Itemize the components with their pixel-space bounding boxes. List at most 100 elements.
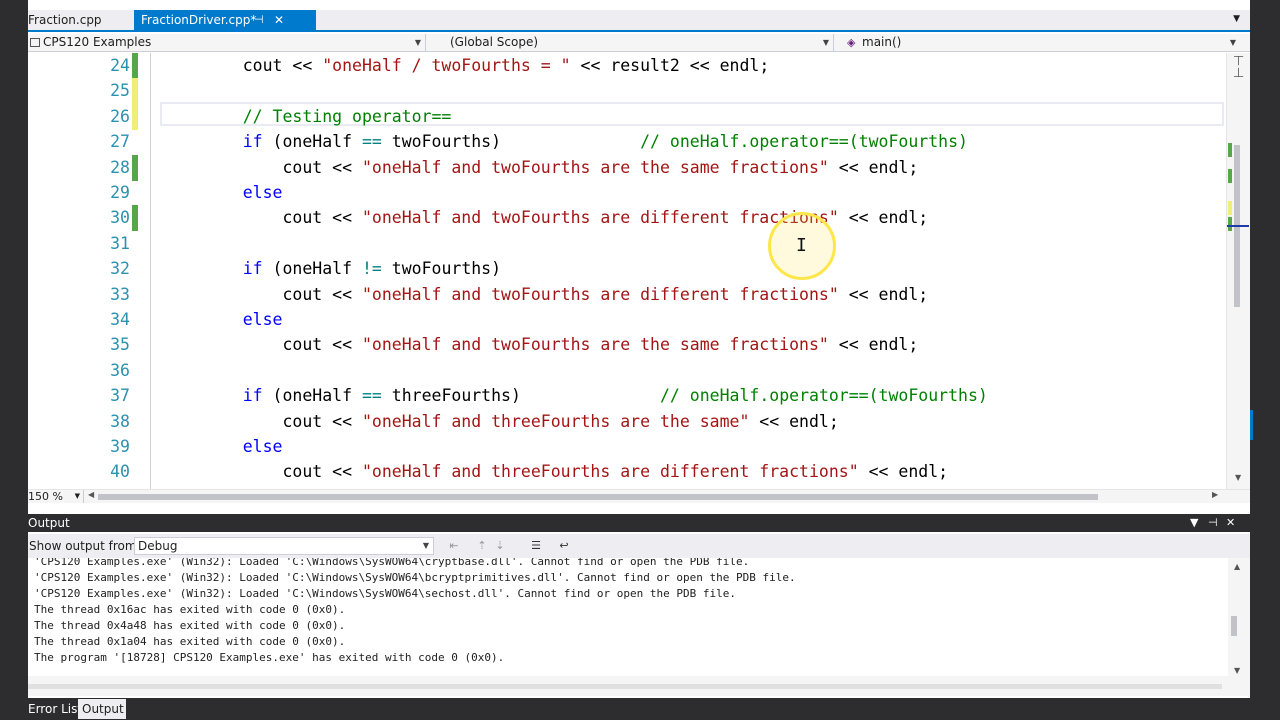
output-line: 'CPS120 Examples.exe' (Win32): Loaded 'C…: [34, 571, 796, 584]
code-line[interactable]: 29 else: [28, 180, 1226, 206]
comment-token: // oneHalf.operator==(twoFourths): [660, 386, 988, 406]
code-line[interactable]: 40 cout << "oneHalf and threeFourths are…: [28, 459, 1226, 485]
code-line[interactable]: 31: [28, 231, 1226, 257]
code-token: (oneHalf: [262, 386, 362, 406]
member-label: main(): [862, 35, 902, 49]
close-icon[interactable]: ✕: [1226, 514, 1235, 532]
operator-token: ==: [361, 132, 382, 152]
output-text[interactable]: 'CPS120 Examples.exe' (Win32): Loaded 'C…: [28, 558, 1250, 676]
pin-icon[interactable]: ⊣: [1208, 514, 1218, 532]
change-indicator: [132, 205, 138, 232]
line-number: 30: [110, 208, 130, 228]
code-line[interactable]: 25: [28, 78, 1226, 105]
line-number: 40: [110, 462, 130, 482]
scroll-thumb[interactable]: [28, 684, 1222, 689]
method-icon: ◈: [847, 36, 856, 49]
zoom-dropdown[interactable]: 150 % ▼: [28, 490, 84, 503]
chevron-right-icon[interactable]: ▶: [1212, 490, 1218, 499]
split-icon[interactable]: ⊤ ⊥: [1233, 55, 1244, 80]
document-tab-bar: Fraction.cpp FractionDriver.cpp* ⊣ ✕ ▼: [28, 10, 1250, 32]
project-label: CPS120 Examples: [43, 35, 152, 49]
chevron-down-icon: ▼: [822, 38, 829, 47]
code-text: cout << "oneHalf / twoFourths = " << res…: [203, 53, 770, 79]
tab-error-list[interactable]: Error List: [28, 699, 82, 719]
code-token: cout <<: [203, 462, 362, 482]
operator-token: ==: [361, 386, 382, 406]
chevron-down-icon[interactable]: ▼: [1235, 473, 1241, 482]
chevron-down-icon[interactable]: ▼: [1190, 514, 1198, 532]
code-line[interactable]: 36: [28, 358, 1226, 384]
string-token: "oneHalf and twoFourths are different fr…: [361, 284, 839, 304]
pin-icon[interactable]: ⊣: [254, 10, 264, 30]
code-line[interactable]: 34 else: [28, 307, 1226, 333]
code-line[interactable]: 27 if (oneHalf == twoFourths) // oneHalf…: [28, 129, 1226, 155]
line-number: 33: [110, 284, 130, 304]
next-message-icon[interactable]: ⇣: [492, 538, 508, 553]
line-number: 36: [110, 360, 130, 380]
code-text: if (oneHalf != twoFourths): [203, 256, 501, 282]
code-line[interactable]: 38 cout << "oneHalf and threeFourths are…: [28, 409, 1226, 435]
previous-message-icon[interactable]: ⇡: [474, 538, 490, 553]
code-token: twoFourths): [381, 259, 502, 279]
code-line[interactable]: 28 cout << "oneHalf and twoFourths are t…: [28, 154, 1226, 181]
line-number: 37: [110, 386, 130, 406]
find-message-icon[interactable]: ⇤: [446, 538, 462, 553]
scope-label: (Global Scope): [450, 35, 539, 49]
output-line: 'CPS120 Examples.exe' (Win32): Loaded 'C…: [34, 558, 750, 568]
scope-dropdown[interactable]: (Global Scope) ▼: [428, 34, 834, 51]
code-text: // Testing operator==: [203, 104, 452, 130]
project-dropdown[interactable]: CPS120 Examples ▼: [28, 34, 426, 51]
ibeam-cursor-icon: I: [796, 235, 807, 256]
chevron-down-icon[interactable]: ▼: [1233, 14, 1240, 24]
code-line[interactable]: 39 else: [28, 434, 1226, 460]
code-editor[interactable]: 24 cout << "oneHalf / twoFourths = " << …: [28, 53, 1250, 489]
chevron-up-icon[interactable]: ▲: [1234, 562, 1240, 571]
line-number: 29: [110, 183, 130, 202]
output-vertical-scrollbar[interactable]: ▲ ▼: [1228, 558, 1250, 676]
code-token: cout <<: [203, 284, 362, 304]
output-line: 'CPS120 Examples.exe' (Win32): Loaded 'C…: [34, 587, 736, 600]
code-line[interactable]: 37 if (oneHalf == threeFourths) // oneHa…: [28, 383, 1226, 409]
keyword-token: if: [242, 132, 263, 152]
editor-horizontal-scrollbar[interactable]: 150 % ▼ ◀ ▶: [28, 489, 1250, 503]
code-line[interactable]: 24 cout << "oneHalf / twoFourths = " << …: [28, 53, 1226, 79]
output-source-dropdown[interactable]: Debug ▼: [134, 537, 434, 555]
code-line[interactable]: 33 cout << "oneHalf and twoFourths are d…: [28, 282, 1226, 308]
output-horizontal-scrollbar[interactable]: [28, 676, 1250, 696]
code-line[interactable]: 30 cout << "oneHalf and twoFourths are d…: [28, 205, 1226, 232]
line-number: 35: [110, 335, 130, 355]
window-left-edge: [0, 0, 28, 720]
chevron-left-icon[interactable]: ◀: [88, 490, 94, 499]
code-token: << endl;: [749, 411, 839, 431]
editor-vertical-scrollbar[interactable]: ⊤ ⊥ ▼: [1226, 53, 1250, 489]
project-icon: [30, 38, 40, 47]
tab-fractiondriver-cpp[interactable]: FractionDriver.cpp* ⊣ ✕: [134, 10, 316, 30]
clear-all-icon[interactable]: ☰: [528, 538, 544, 553]
scroll-thumb[interactable]: [98, 494, 1098, 500]
member-dropdown[interactable]: ◈ main() ▼: [836, 34, 1240, 51]
change-marker: [1228, 217, 1232, 231]
scroll-thumb[interactable]: [1231, 616, 1237, 636]
close-icon[interactable]: ✕: [274, 10, 284, 30]
code-text: else: [203, 180, 283, 206]
zoom-level: 150 %: [28, 490, 63, 503]
tab-label: FractionDriver.cpp*: [141, 13, 257, 27]
tab-output[interactable]: Output: [78, 699, 126, 719]
word-wrap-icon[interactable]: ↩: [556, 538, 572, 553]
chevron-down-icon: ▼: [74, 492, 80, 500]
code-line[interactable]: 32 if (oneHalf != twoFourths): [28, 256, 1226, 282]
line-number: 24: [110, 56, 130, 75]
chevron-down-icon[interactable]: ▼: [1234, 666, 1240, 675]
change-marker: [1228, 201, 1232, 215]
code-text: if (oneHalf == threeFourths) // oneHalf.…: [203, 383, 988, 409]
keyword-token: else: [242, 310, 283, 329]
code-token: cout <<: [203, 157, 362, 177]
output-line: The thread 0x4a48 has exited with code 0…: [34, 619, 346, 632]
code-line[interactable]: 35 cout << "oneHalf and twoFourths are t…: [28, 332, 1226, 358]
code-token: cout <<: [203, 411, 362, 431]
tab-fraction-cpp[interactable]: Fraction.cpp: [28, 10, 132, 30]
code-line[interactable]: 26 // Testing operator==: [28, 103, 1226, 130]
